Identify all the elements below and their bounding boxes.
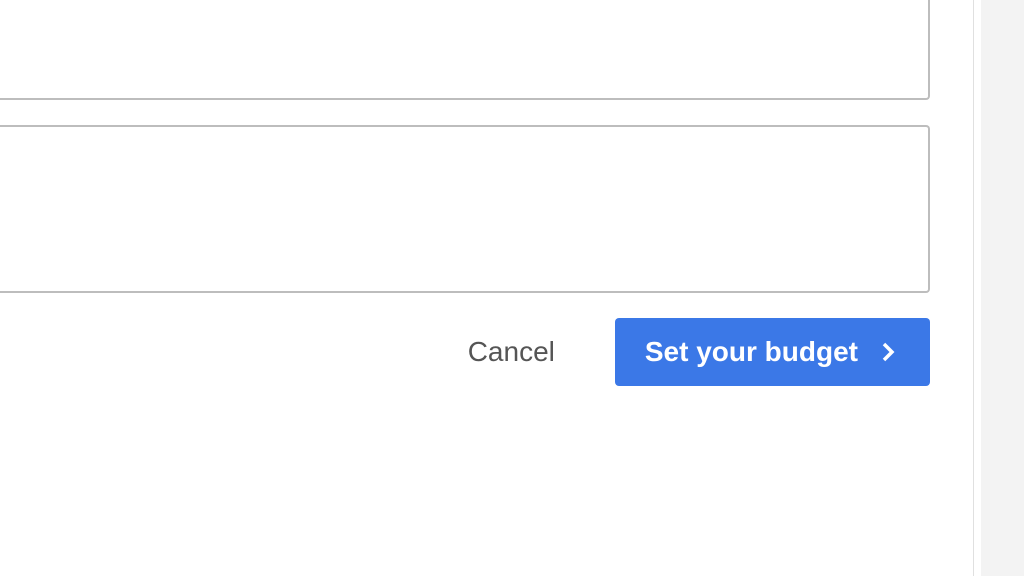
cancel-button[interactable]: Cancel: [456, 328, 567, 376]
primary-button-label: Set your budget: [645, 336, 858, 368]
divider: [973, 0, 981, 576]
input-panel-lower[interactable]: [0, 125, 930, 293]
set-your-budget-button[interactable]: Set your budget: [615, 318, 930, 386]
input-panel-upper[interactable]: [0, 0, 930, 100]
chevron-right-icon: [876, 340, 900, 364]
right-sidebar: [981, 0, 1024, 576]
button-row: Cancel Set your budget: [0, 318, 930, 386]
main-content: Cancel Set your budget: [0, 0, 972, 576]
